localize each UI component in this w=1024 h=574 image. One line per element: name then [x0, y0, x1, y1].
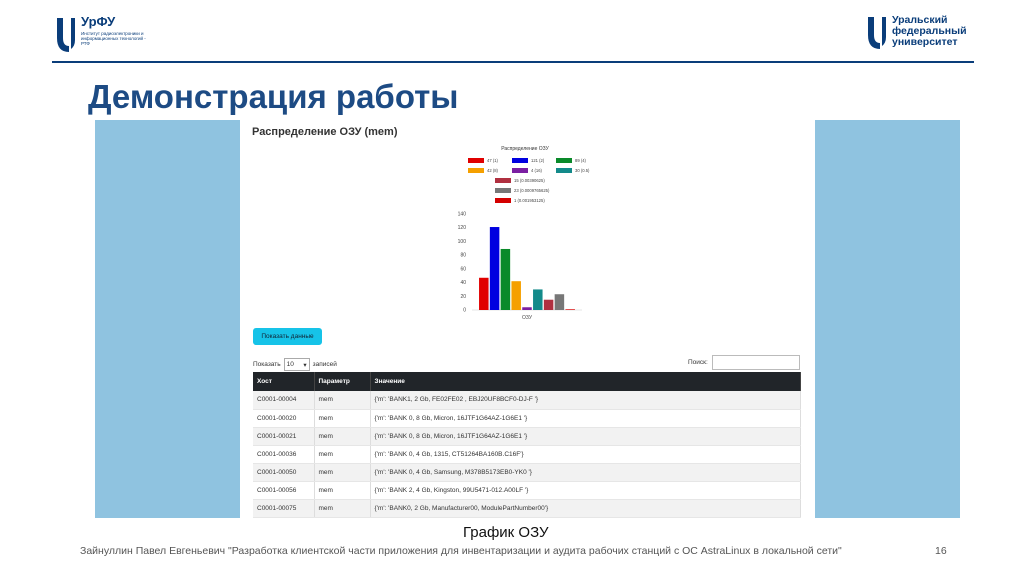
table-row: C0001-00075 mem {'m': 'BANK0, 2 Gb, Manufa… — [253, 499, 801, 518]
app-screenshot: Распределение ОЗУ (mem) Распределение ОЗ… — [95, 120, 960, 518]
bar — [500, 248, 511, 310]
table-cell: {'m': 'BANK 0, 8 Gb, Micron, 16JTF1G64AZ… — [370, 409, 801, 428]
legend-entry: 42 (8) — [487, 168, 499, 173]
chart-title: Распределение ОЗУ — [501, 146, 549, 152]
table-cell: mem — [314, 463, 371, 482]
table-cell: {'m': 'BANK 0, 8 Gb, Micron, 16JTF1G64AZ… — [370, 427, 801, 446]
legend-entry: 30 (0.5) — [575, 168, 590, 173]
bar — [533, 289, 543, 310]
table-cell: {'m': 'BANK 0, 4 Gb, Samsung, M378B5173E… — [370, 463, 801, 482]
table-row: C0001-00020 mem {'m': 'BANK 0, 8 Gb, Micro… — [253, 409, 801, 428]
table-cell: mem — [314, 427, 371, 446]
table-cell: C0001-00075 — [253, 499, 315, 518]
y-tick-label: 60 — [460, 266, 466, 272]
table-cell: C0001-00050 — [253, 463, 315, 482]
table-cell: mem — [314, 499, 371, 518]
urfu-logo: Уральский федеральный университет — [866, 15, 976, 55]
table-cell: {'m': 'BANK0, 2 Gb, Manufacturer00, Modu… — [370, 499, 801, 518]
show-label: Показать — [253, 361, 281, 368]
legend-entry: 89 (4) — [575, 158, 587, 163]
search-label: Поиск: — [688, 359, 708, 366]
logo-brand: УрФУ — [81, 14, 116, 29]
bar — [554, 294, 565, 310]
column-header[interactable]: Параметр — [314, 372, 371, 391]
table-row: C0001-00021 mem {'m': 'BANK 0, 8 Gb, Micro… — [253, 427, 801, 446]
table-row: C0001-00004 mem {'m': 'BANK1, 2 Gb, FE02FE… — [253, 391, 801, 410]
bar — [565, 309, 575, 310]
search-input[interactable] — [711, 355, 800, 370]
legend-entry: 121 (2) — [531, 158, 545, 163]
legend-swatch — [468, 168, 484, 173]
y-tick-label: 120 — [458, 225, 467, 231]
legend-swatch — [556, 168, 572, 173]
panel-title: Распределение ОЗУ (mem) — [252, 126, 398, 138]
legend-swatch — [512, 158, 528, 163]
table-cell: mem — [314, 409, 371, 428]
legend-swatch — [556, 158, 572, 163]
legend-swatch — [468, 158, 484, 163]
slide: УрФУ Институт радиоэлектроники и информа… — [0, 0, 1024, 574]
legend-entry: 4 (16) — [531, 168, 543, 173]
column-header[interactable]: Хост — [253, 372, 315, 391]
legend-entry: 47 (1) — [487, 158, 499, 163]
y-tick-label: 40 — [460, 280, 466, 286]
legend-entry: 23 (0.0009765625) — [514, 188, 550, 193]
bar — [479, 277, 489, 310]
urfu-emblem-icon — [57, 18, 75, 52]
table-cell: {'m': 'BANK 2, 4 Gb, Kingston, 99U5471-0… — [370, 481, 801, 500]
page-number: 16 — [935, 545, 947, 557]
data-table: Хост Параметр Значение C0001-00004 mem {'m':… — [253, 372, 801, 518]
legend-swatch — [495, 188, 511, 193]
report-panel: Распределение ОЗУ (mem) Распределение ОЗ… — [240, 120, 815, 518]
table-body: C0001-00004 mem {'m': 'BANK1, 2 Gb, FE02FE… — [253, 391, 801, 518]
table-cell: C0001-00036 — [253, 445, 315, 464]
show-data-button[interactable]: Показать данные — [253, 328, 322, 345]
table-cell: mem — [314, 445, 371, 464]
table-cell: C0001-00020 — [253, 409, 315, 428]
logo-text: Уральский федеральный университет — [892, 14, 967, 48]
entries-value: 10 — [286, 361, 294, 368]
chevron-down-icon: ▾ — [303, 361, 307, 369]
table-row: C0001-00056 mem {'m': 'BANK 2, 4 Gb, Kings… — [253, 481, 801, 500]
table-header-row: Хост Параметр Значение — [253, 372, 801, 391]
entries-select[interactable]: 10 ▾ — [283, 358, 310, 371]
table-row: C0001-00036 mem {'m': 'BANK 0, 4 Gb, 1315,… — [253, 445, 801, 464]
table-cell: {'m': 'BANK1, 2 Gb, FE02FE02 , EBJ20UF8B… — [370, 391, 801, 410]
y-tick-label: 140 — [458, 212, 467, 218]
table-cell: C0001-00056 — [253, 481, 315, 500]
entries-control: Показать 10 ▾ записей — [253, 358, 337, 371]
column-header[interactable]: Значение — [370, 372, 801, 391]
table-cell: {'m': 'BANK 0, 4 Gb, 1315, CT51264BA160B… — [370, 445, 801, 464]
y-tick-label: 20 — [460, 294, 466, 300]
figure-caption: График ОЗУ — [463, 524, 549, 541]
table-row: C0001-00050 mem {'m': 'BANK 0, 4 Gb, Samsu… — [253, 463, 801, 482]
legend-swatch — [495, 178, 511, 183]
table-cell: mem — [314, 391, 371, 410]
entries-suffix: записей — [312, 361, 337, 368]
urfu-emblem-icon — [868, 17, 886, 49]
y-tick-label: 0 — [463, 308, 466, 314]
legend-swatch — [512, 168, 528, 173]
legend-swatch — [495, 198, 511, 203]
bar — [489, 227, 500, 310]
footer-text: Зайнуллин Павел Евгеньевич "Разработка к… — [80, 545, 842, 557]
legend-entry: 1 (0.001953125) — [514, 198, 545, 203]
table-cell: C0001-00021 — [253, 427, 315, 446]
x-axis-label: ОЗУ — [522, 315, 533, 321]
bar — [511, 281, 521, 310]
slide-title: Демонстрация работы — [88, 78, 459, 115]
ram-distribution-chart: Распределение ОЗУ 47 (1) 121 (2) 89 (4) 42 (… — [458, 146, 590, 321]
urfu-irit-logo: УрФУ Институт радиоэлектроники и информа… — [55, 14, 146, 58]
header-divider — [52, 61, 974, 63]
table-cell: mem — [314, 481, 371, 500]
legend-entry: 15 (0.00390625) — [514, 178, 545, 183]
bar — [543, 299, 554, 310]
y-tick-label: 100 — [458, 239, 467, 245]
y-tick-label: 80 — [460, 253, 466, 259]
bar — [522, 307, 532, 310]
search-control: Поиск: — [688, 355, 800, 370]
table-cell: C0001-00004 — [253, 391, 315, 410]
logo-subtitle: Институт радиоэлектроники и информационн… — [81, 31, 146, 46]
